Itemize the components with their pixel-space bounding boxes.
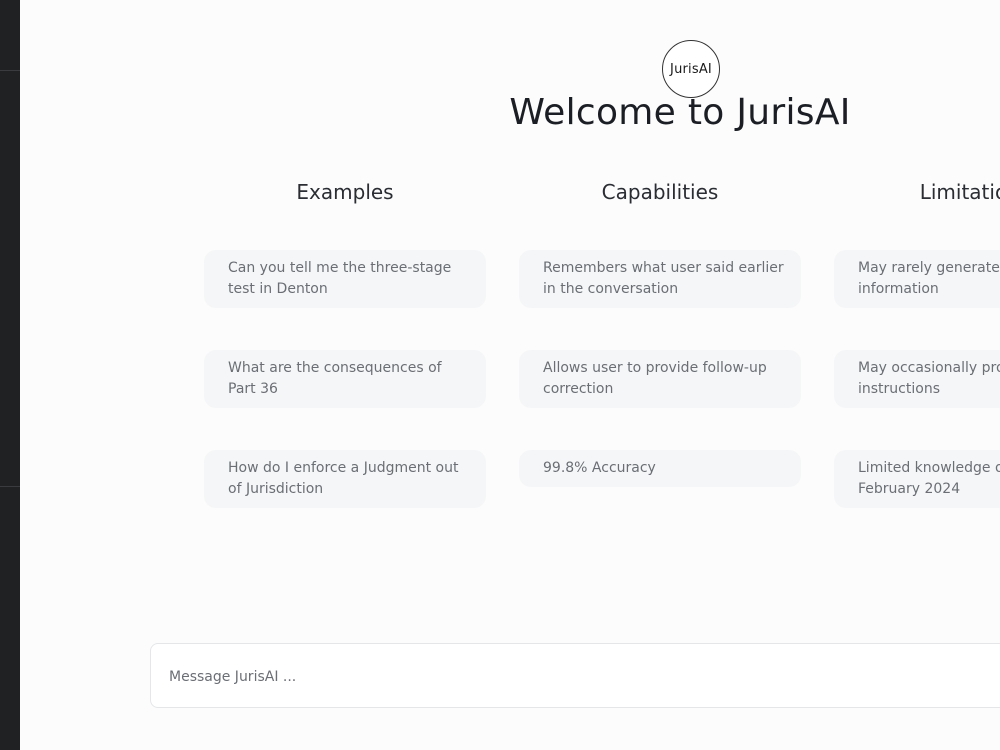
capability-card: Allows user to provide follow-up correct… <box>519 350 801 408</box>
limitation-card: Limited knowledge of events after Februa… <box>834 450 1000 508</box>
jurisai-logo: JurisAI <box>662 40 720 98</box>
example-prompt-card[interactable]: Can you tell me the three-stage test in … <box>204 250 486 308</box>
logo-text: JurisAI <box>670 61 712 77</box>
capabilities-heading: Capabilities <box>601 180 719 204</box>
limitation-card: May occasionally produce harmful instruc… <box>834 350 1000 408</box>
sidebar <box>0 0 20 750</box>
capability-card: 99.8% Accuracy <box>519 450 801 487</box>
sidebar-divider <box>0 486 20 487</box>
examples-heading: Examples <box>296 180 394 204</box>
example-prompt-card[interactable]: How do I enforce a Judgment out of Juris… <box>204 450 486 508</box>
message-input[interactable] <box>167 664 991 690</box>
limitations-heading: Limitations <box>919 180 1000 204</box>
welcome-title: Welcome to JurisAI <box>509 92 851 133</box>
limitation-card: May rarely generate incorrect informatio… <box>834 250 1000 308</box>
message-composer <box>150 643 1000 708</box>
main-panel: JurisAI Welcome to JurisAI Examples Can … <box>20 0 1000 750</box>
capability-card: Remembers what user said earlier in the … <box>519 250 801 308</box>
example-prompt-card[interactable]: What are the consequences of Part 36 <box>204 350 486 408</box>
sidebar-divider <box>0 70 20 71</box>
